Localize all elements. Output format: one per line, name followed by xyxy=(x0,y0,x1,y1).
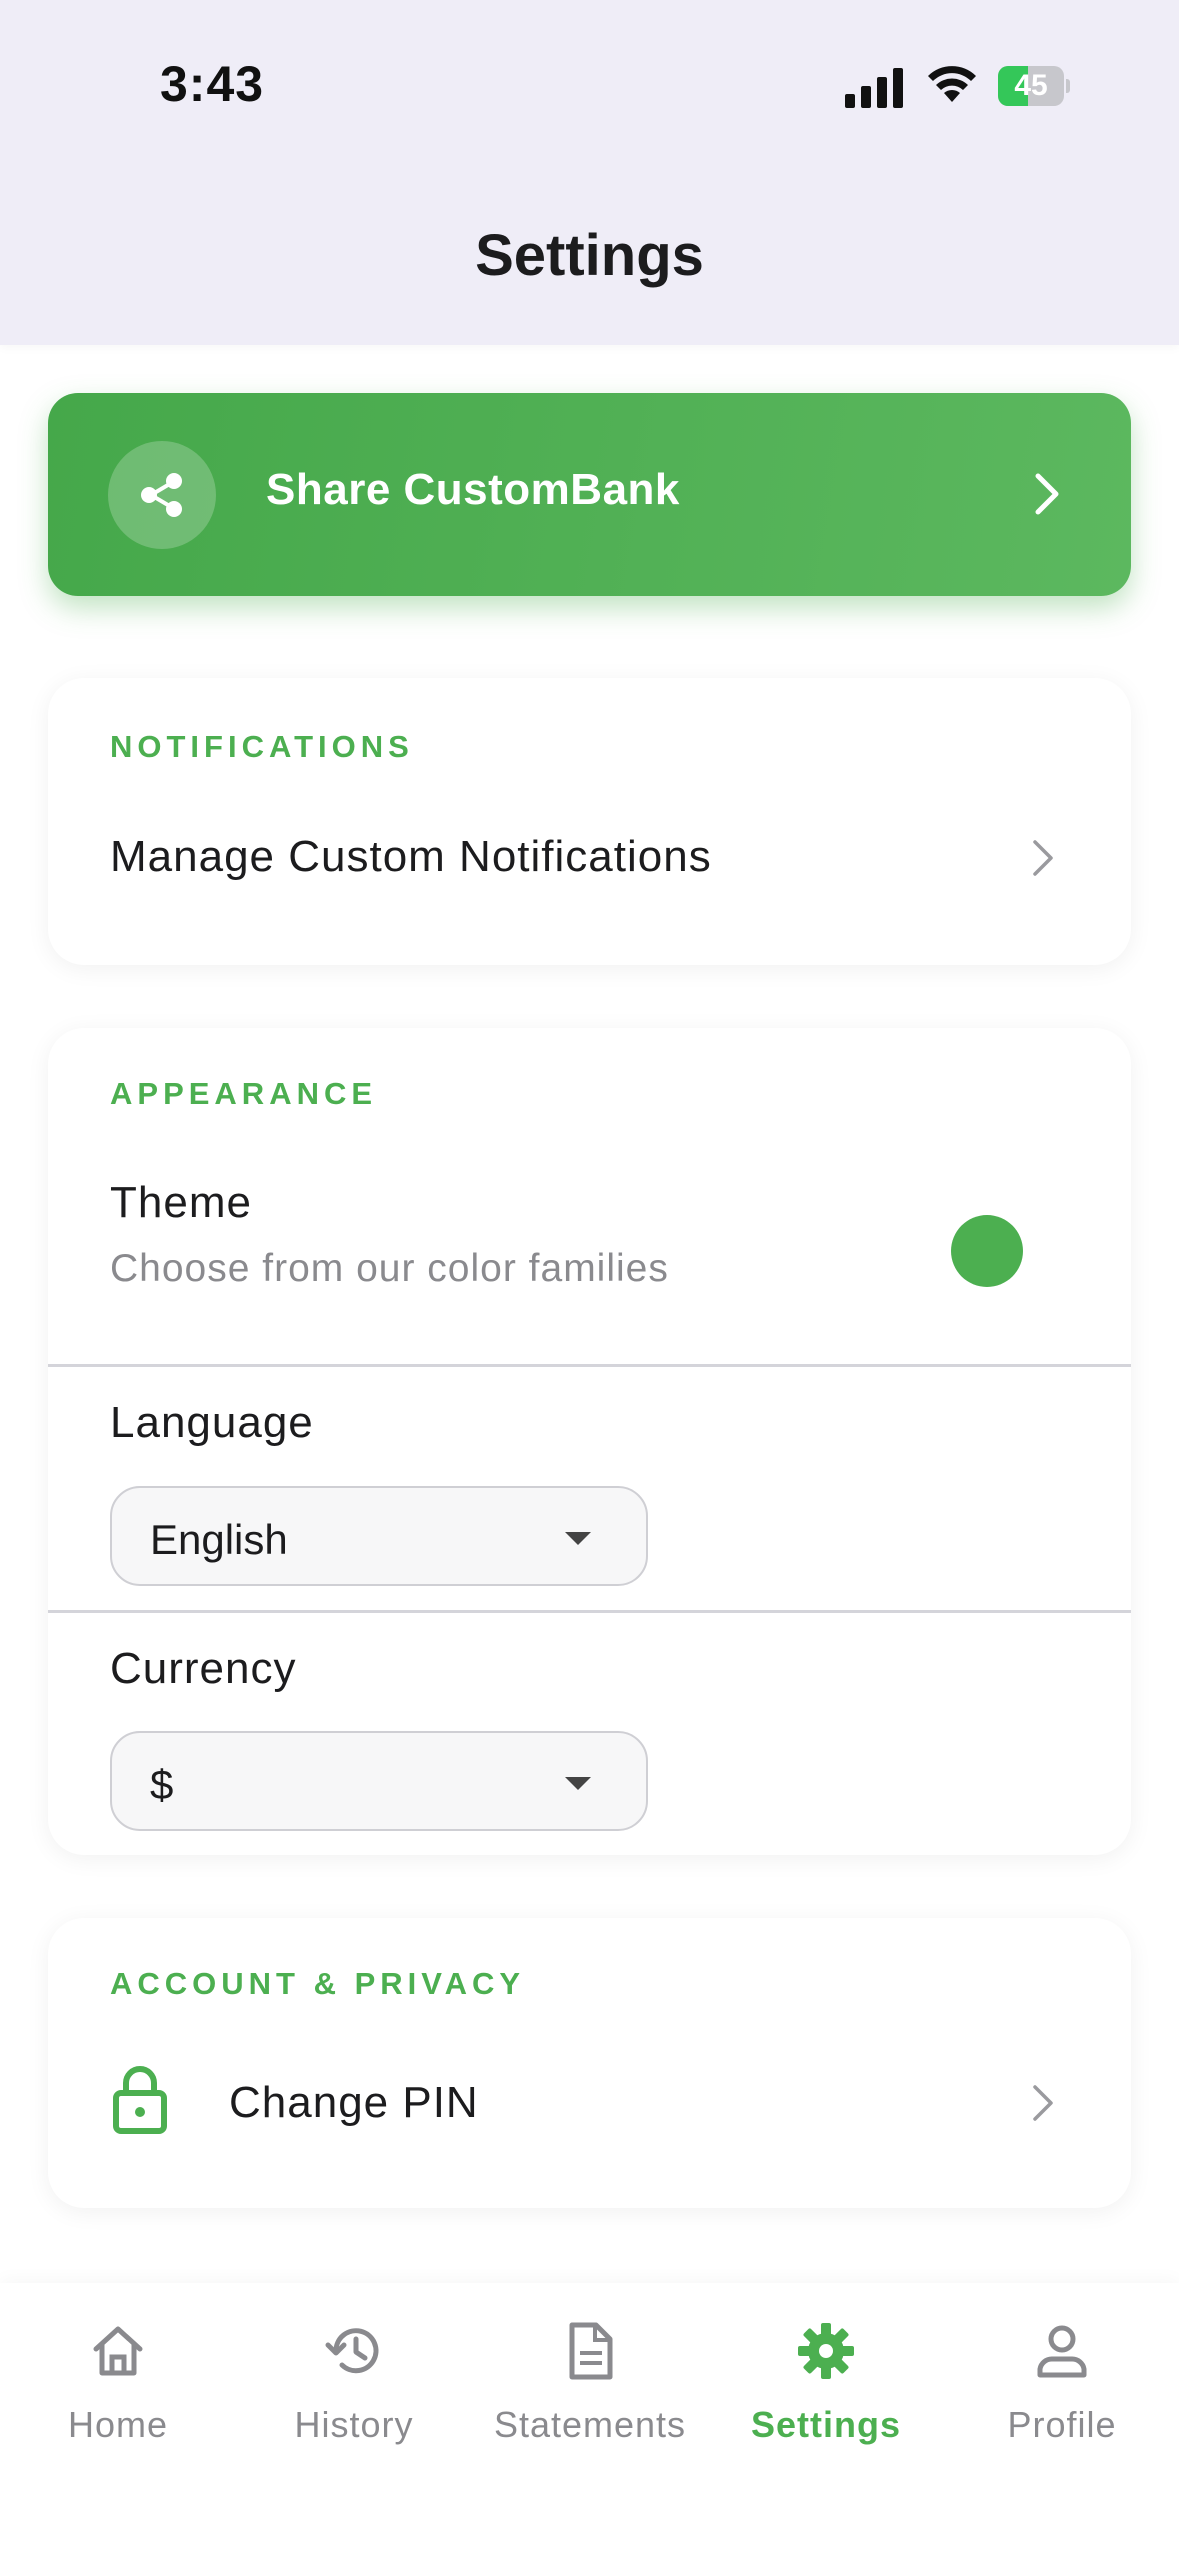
chevron-right-icon xyxy=(1033,840,1053,876)
tab-label: History xyxy=(294,2404,414,2445)
bottom-tab-bar: Home History Statements Settings Profile xyxy=(0,2283,1179,2556)
header-bar: 3:43 45 Settings xyxy=(0,0,1179,345)
person-icon xyxy=(1037,2325,1087,2378)
caret-down-icon xyxy=(565,1777,591,1790)
cellular-signal-icon xyxy=(845,68,903,108)
divider xyxy=(48,1610,1131,1613)
currency-select[interactable]: $ xyxy=(110,1731,648,1831)
appearance-card: APPEARANCE Theme Choose from our color f… xyxy=(48,1028,1131,1855)
theme-description: Choose from our color families xyxy=(110,1247,669,1290)
section-title-account: ACCOUNT & PRIVACY xyxy=(110,1966,526,2001)
caret-down-icon xyxy=(565,1532,591,1545)
status-time: 3:43 xyxy=(160,56,265,112)
notifications-card: NOTIFICATIONS Manage Custom Notification… xyxy=(48,678,1131,965)
tab-label: Profile xyxy=(1007,2404,1117,2445)
wifi-icon xyxy=(928,66,976,102)
language-value: English xyxy=(150,1516,288,1563)
chevron-right-icon xyxy=(1035,473,1059,515)
account-privacy-card: ACCOUNT & PRIVACY Change PIN xyxy=(48,1918,1131,2208)
tab-profile[interactable]: Profile xyxy=(944,2283,1179,2483)
lock-icon xyxy=(113,2066,167,2134)
tab-label: Settings xyxy=(750,2404,901,2445)
language-select[interactable]: English xyxy=(110,1486,648,1586)
change-pin-row[interactable]: Change PIN xyxy=(48,2043,1131,2163)
share-label: Share CustomBank xyxy=(266,465,680,514)
language-label: Language xyxy=(110,1398,314,1447)
manage-notifications-label: Manage Custom Notifications xyxy=(110,832,712,881)
section-title-appearance: APPEARANCE xyxy=(110,1076,378,1111)
battery-percent: 45 xyxy=(1014,69,1048,102)
theme-label: Theme xyxy=(110,1178,252,1227)
tab-label: Home xyxy=(67,2404,169,2445)
tab-home[interactable]: Home xyxy=(0,2283,236,2483)
divider xyxy=(48,1364,1131,1367)
section-title-notifications: NOTIFICATIONS xyxy=(110,729,414,764)
change-pin-label: Change PIN xyxy=(229,2078,479,2127)
manage-notifications-row[interactable]: Manage Custom Notifications xyxy=(48,808,1131,908)
page-title: Settings xyxy=(475,223,704,288)
tab-statements[interactable]: Statements xyxy=(472,2283,708,2483)
currency-label: Currency xyxy=(110,1644,297,1693)
tab-settings[interactable]: Settings xyxy=(708,2283,944,2483)
theme-color-swatch[interactable] xyxy=(951,1215,1023,1287)
currency-value: $ xyxy=(150,1761,174,1808)
document-icon xyxy=(569,2322,613,2380)
share-app-button[interactable]: Share CustomBank xyxy=(48,393,1131,596)
share-icon xyxy=(108,441,216,549)
gear-icon xyxy=(798,2323,854,2379)
chevron-right-icon xyxy=(1033,2085,1053,2121)
battery-icon: 45 xyxy=(998,66,1070,106)
home-icon xyxy=(93,2326,143,2376)
tab-history[interactable]: History xyxy=(236,2283,472,2483)
tab-label: Statements xyxy=(493,2404,687,2445)
history-icon xyxy=(325,2328,379,2374)
